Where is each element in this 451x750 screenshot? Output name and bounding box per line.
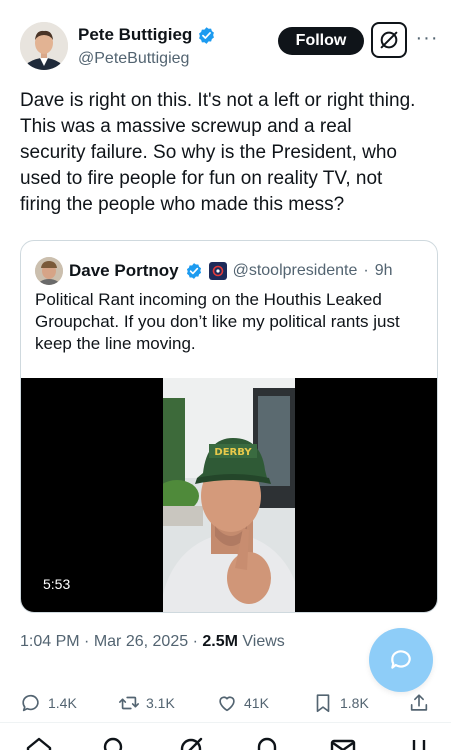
views-count[interactable]: 2.5M xyxy=(202,633,238,650)
share-button[interactable] xyxy=(408,692,430,714)
chat-bubble-icon xyxy=(391,650,411,669)
bottom-nav-divider xyxy=(0,722,451,723)
more-icon[interactable]: ··· xyxy=(415,26,439,50)
author-display-name[interactable]: Pete Buttigieg xyxy=(78,24,192,46)
search-icon[interactable] xyxy=(100,734,130,750)
tweet-date[interactable]: Mar 26, 2025 xyxy=(94,633,188,650)
home-icon[interactable] xyxy=(24,734,54,750)
repost-button[interactable]: 3.1K xyxy=(118,692,175,714)
quote-tweet-card[interactable]: Dave Portnoy @stoolpresidente · 9h Polit… xyxy=(20,240,438,613)
reply-count: 1.4K xyxy=(48,695,77,711)
reply-fab-button[interactable] xyxy=(369,628,433,692)
tweet-header: Pete Buttigieg @PeteButtigieg Follow ··· xyxy=(20,22,437,70)
tweet-meta: 1:04 PM · Mar 26, 2025 · 2.5M Views xyxy=(20,633,285,651)
tweet-time[interactable]: 1:04 PM xyxy=(20,633,80,650)
messages-icon[interactable] xyxy=(328,734,358,750)
video-duration: 5:53 xyxy=(37,574,77,594)
quote-header: Dave Portnoy @stoolpresidente · 9h xyxy=(35,257,392,285)
communities-icon[interactable] xyxy=(404,734,434,750)
reply-icon xyxy=(22,694,39,712)
like-count: 41K xyxy=(244,695,269,711)
video-thumbnail[interactable]: DERBY xyxy=(163,378,295,612)
meta-dot: · xyxy=(192,633,198,650)
affiliate-badge-icon[interactable] xyxy=(208,262,227,280)
author-name-row: Pete Buttigieg xyxy=(78,24,216,46)
notifications-icon[interactable] xyxy=(252,734,282,750)
like-button[interactable]: 41K xyxy=(216,692,269,714)
follow-button[interactable]: Follow xyxy=(278,27,364,55)
quote-author-name[interactable]: Dave Portnoy xyxy=(69,261,179,281)
quote-separator: · xyxy=(363,262,369,279)
quote-time[interactable]: 9h xyxy=(375,262,393,280)
bookmark-count: 1.8K xyxy=(340,695,369,711)
bookmark-button[interactable]: 1.8K xyxy=(312,692,369,714)
grok-nav-icon[interactable] xyxy=(176,734,206,750)
bookmark-icon xyxy=(316,694,330,713)
repost-count: 3.1K xyxy=(146,695,175,711)
author-avatar[interactable] xyxy=(20,22,68,70)
verified-badge-icon[interactable] xyxy=(197,26,216,45)
quote-video[interactable]: DERBY 5:53 xyxy=(21,378,437,612)
quote-verified-badge-icon[interactable] xyxy=(185,262,203,280)
action-bar: 1.4K 3.1K 41K 1.8K xyxy=(20,692,438,716)
meta-dot: · xyxy=(84,633,90,650)
reply-button[interactable]: 1.4K xyxy=(20,692,77,714)
grok-icon[interactable] xyxy=(371,22,407,58)
views-label: Views xyxy=(242,633,285,650)
heart-icon xyxy=(219,696,235,712)
tweet-text: Dave is right on this. It's not a left o… xyxy=(20,90,416,215)
quote-text: Political Rant incoming on the Houthis L… xyxy=(35,290,400,353)
bottom-nav xyxy=(0,730,451,750)
quote-author-handle[interactable]: @stoolpresidente xyxy=(233,262,358,280)
repost-icon xyxy=(119,696,139,710)
author-handle[interactable]: @PeteButtigieg xyxy=(78,48,216,70)
author-names: Pete Buttigieg @PeteButtigieg xyxy=(78,24,216,70)
svg-text:DERBY: DERBY xyxy=(214,447,252,458)
share-icon xyxy=(410,694,428,711)
quote-author-avatar[interactable] xyxy=(35,257,63,285)
